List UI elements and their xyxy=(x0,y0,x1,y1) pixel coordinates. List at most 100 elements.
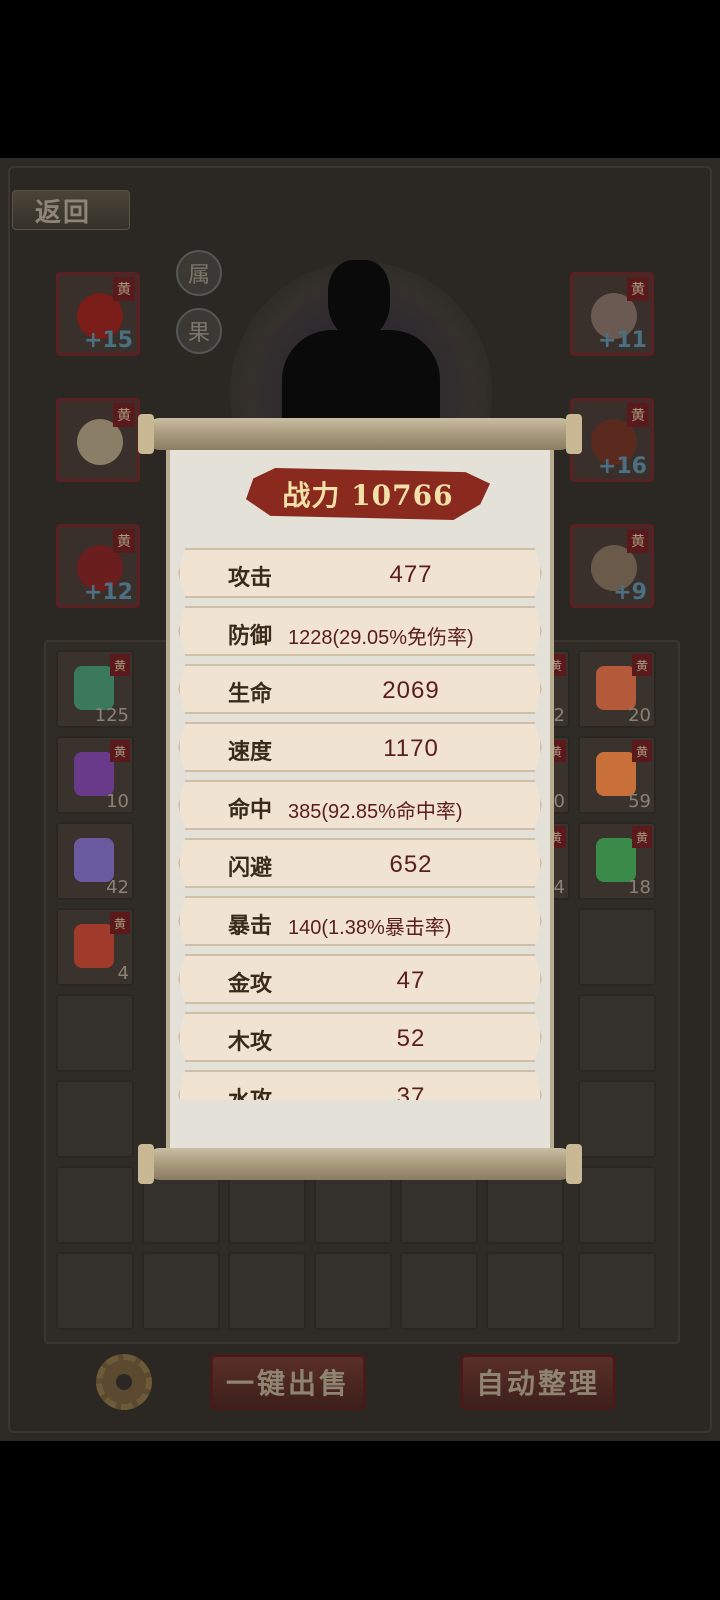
inventory-cell-empty[interactable] xyxy=(314,1252,392,1330)
settings-gear-icon[interactable] xyxy=(96,1354,152,1410)
eye-icon xyxy=(74,924,114,968)
crystal-icon xyxy=(596,666,636,710)
quality-tag: 黄 xyxy=(113,277,135,301)
stats-list[interactable]: 攻击 477 防御 1228(29.05%免伤率) 生命 2069 速度 117… xyxy=(178,544,546,1100)
inventory-cell[interactable]: 黄 125 xyxy=(56,650,134,728)
fruit-button[interactable]: 果 xyxy=(176,308,222,354)
character-silhouette-head xyxy=(328,260,390,338)
stat-label: 木攻 xyxy=(228,1029,273,1055)
stat-row-speed: 速度 1170 xyxy=(178,722,542,772)
stat-value: 652 xyxy=(389,851,433,878)
quality-tag: 黄 xyxy=(632,740,652,762)
stat-value: 47 xyxy=(396,967,426,994)
item-count: 2 xyxy=(553,705,565,726)
enhance-level: +16 xyxy=(597,454,647,479)
stat-value: 385(92.85%命中率) xyxy=(288,801,463,823)
stat-value: 52 xyxy=(396,1025,426,1052)
equip-slot-ring[interactable]: 黄 +9 xyxy=(570,524,654,608)
stat-row-attack: 攻击 477 xyxy=(178,548,542,598)
attribute-button[interactable]: 属 xyxy=(176,250,222,296)
stat-label: 防御 xyxy=(228,623,273,649)
stat-row-wood-attack: 木攻 52 xyxy=(178,1012,542,1062)
stat-value: 1228(29.05%免伤率) xyxy=(288,627,474,649)
item-count: 59 xyxy=(628,791,651,812)
quality-tag: 黄 xyxy=(627,529,649,553)
stat-value: 2069 xyxy=(382,677,440,704)
equip-slot-treasure[interactable]: 黄 +16 xyxy=(570,398,654,482)
enhance-level: +15 xyxy=(83,328,133,353)
auto-sort-button[interactable]: 自动整理 xyxy=(460,1354,616,1410)
stat-label: 金攻 xyxy=(228,971,273,997)
equip-slot-scroll[interactable]: 黄 xyxy=(56,398,140,482)
stat-row-defense: 防御 1228(29.05%免伤率) xyxy=(178,606,542,656)
inventory-cell-empty[interactable] xyxy=(486,1252,564,1330)
one-click-sell-button[interactable]: 一键出售 xyxy=(210,1354,366,1410)
crystal-icon xyxy=(74,752,114,796)
quality-tag: 黄 xyxy=(627,277,649,301)
quality-tag: 黄 xyxy=(113,403,135,427)
enhance-level: +12 xyxy=(83,580,133,605)
enhance-level: +11 xyxy=(597,328,647,353)
inventory-cell-empty[interactable] xyxy=(56,1252,134,1330)
eye-icon xyxy=(596,838,636,882)
stat-value: 37 xyxy=(396,1083,426,1100)
stat-label: 生命 xyxy=(228,681,273,707)
inventory-cell-empty[interactable] xyxy=(578,908,656,986)
item-count: 18 xyxy=(628,877,651,898)
inventory-cell[interactable]: 黄 59 xyxy=(578,736,656,814)
inventory-cell[interactable]: 黄 4 xyxy=(56,908,134,986)
item-count: 10 xyxy=(106,791,129,812)
quality-tag: 黄 xyxy=(110,654,130,676)
item-count: 42 xyxy=(106,877,129,898)
quality-tag: 黄 xyxy=(632,826,652,848)
item-count: 125 xyxy=(94,705,129,726)
item-count: 0 xyxy=(553,791,565,812)
stat-label: 命中 xyxy=(228,797,273,823)
quality-tag: 黄 xyxy=(627,403,649,427)
scroll-top-rod xyxy=(138,414,582,454)
combat-power-banner: 战力 10766 xyxy=(246,468,490,520)
stat-label: 水攻 xyxy=(228,1087,273,1100)
inventory-cell-empty[interactable] xyxy=(578,994,656,1072)
flame-crystal-icon xyxy=(596,752,636,796)
equip-slot-armor[interactable]: 黄 +11 xyxy=(570,272,654,356)
coral-icon xyxy=(74,666,114,710)
stat-value: 140(1.38%暴击率) xyxy=(288,917,452,939)
quality-tag: 黄 xyxy=(110,912,130,934)
inventory-cell[interactable]: 黄 18 xyxy=(578,822,656,900)
scroll-bottom-rod xyxy=(138,1144,582,1184)
inventory-cell[interactable]: 黄 20 xyxy=(578,650,656,728)
stat-row-metal-attack: 金攻 47 xyxy=(178,954,542,1004)
stat-row-crit: 暴击 140(1.38%暴击率) xyxy=(178,896,542,946)
inventory-cell-empty[interactable] xyxy=(400,1252,478,1330)
item-count: 4 xyxy=(553,877,565,898)
quality-tag: 黄 xyxy=(110,740,130,762)
inventory-cell-empty[interactable] xyxy=(578,1166,656,1244)
inventory-cell-empty[interactable] xyxy=(56,1080,134,1158)
item-count: 4 xyxy=(117,963,129,984)
item-count: 20 xyxy=(628,705,651,726)
inventory-cell-empty[interactable] xyxy=(228,1252,306,1330)
equip-slot-weapon[interactable]: 黄 +15 xyxy=(56,272,140,356)
inventory-cell-empty[interactable] xyxy=(142,1252,220,1330)
inventory-cell[interactable]: 黄 10 xyxy=(56,736,134,814)
inventory-cell[interactable]: 42 xyxy=(56,822,134,900)
stat-value: 477 xyxy=(389,561,433,588)
stat-label: 攻击 xyxy=(228,565,273,591)
back-button[interactable]: 返回 xyxy=(12,190,130,230)
stat-row-hit: 命中 385(92.85%命中率) xyxy=(178,780,542,830)
stat-row-dodge: 闪避 652 xyxy=(178,838,542,888)
inventory-cell-empty[interactable] xyxy=(56,1166,134,1244)
enhance-level: +9 xyxy=(613,580,647,605)
ice-crystal-icon xyxy=(74,838,114,882)
inventory-cell-empty[interactable] xyxy=(578,1080,656,1158)
inventory-cell-empty[interactable] xyxy=(578,1252,656,1330)
stat-label: 闪避 xyxy=(228,855,273,881)
stat-row-water-attack: 水攻 37 xyxy=(178,1070,542,1100)
inventory-cell-empty[interactable] xyxy=(56,994,134,1072)
stat-label: 速度 xyxy=(228,739,273,765)
stat-value: 1170 xyxy=(383,735,439,762)
quality-tag: 黄 xyxy=(113,529,135,553)
equip-slot-amulet[interactable]: 黄 +12 xyxy=(56,524,140,608)
quality-tag: 黄 xyxy=(632,654,652,676)
